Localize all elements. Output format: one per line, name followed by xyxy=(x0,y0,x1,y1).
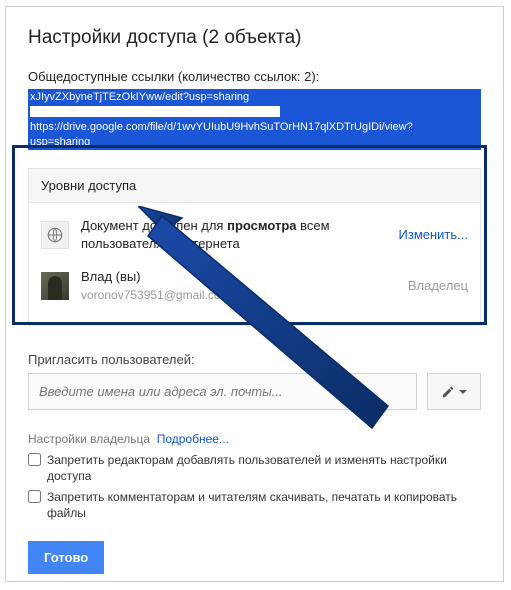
checkbox-prevent-editors[interactable] xyxy=(28,453,41,466)
done-button[interactable]: Готово xyxy=(28,541,104,574)
chevron-down-icon xyxy=(459,390,467,394)
link-line-3: usp=sharing xyxy=(30,136,90,148)
access-public-text: Документ доступен для просмотра всем пол… xyxy=(81,217,389,252)
access-row-public: Документ доступен для просмотра всем пол… xyxy=(29,209,480,260)
checkbox-prevent-download-label: Запретить комментаторам и читателям скач… xyxy=(47,489,481,521)
link-line-1: xJIyvZXbyneTjTEzOkIYww/edit?usp=sharing xyxy=(30,91,249,103)
access-levels-block: Уровни доступа Документ доступен для про… xyxy=(28,168,481,326)
share-dialog: Настройки доступа (2 объекта) Общедоступ… xyxy=(5,6,504,582)
checkbox-prevent-editors-label: Запретить редакторам добавлять пользоват… xyxy=(47,452,481,484)
access-row-owner: Влад (вы) voronov753951@gmail.com Владел… xyxy=(29,260,480,311)
dialog-title: Настройки доступа (2 объекта) xyxy=(28,27,481,49)
owner-role: Владелец xyxy=(398,278,468,293)
access-levels-header: Уровни доступа xyxy=(29,169,480,203)
pencil-icon xyxy=(441,385,455,399)
link-line-2: https://drive.google.com/file/d/1wvYUIub… xyxy=(30,121,413,133)
checkbox-prevent-download[interactable] xyxy=(28,490,41,503)
globe-icon xyxy=(41,221,69,249)
owner-settings-block: Настройки владельца Подробнее... Запрети… xyxy=(28,432,481,521)
invite-input[interactable] xyxy=(28,373,417,410)
invite-block: Пригласить пользователей: xyxy=(28,352,481,410)
permissions-dropdown-button[interactable] xyxy=(427,373,481,410)
owner-text: Влад (вы) voronov753951@gmail.com xyxy=(81,268,398,303)
public-links-label: Общедоступные ссылки (количество ссылок:… xyxy=(28,69,481,84)
avatar xyxy=(41,272,69,300)
change-access-link[interactable]: Изменить... xyxy=(389,227,468,242)
owner-settings-label: Настройки владельца xyxy=(28,432,150,446)
owner-email: voronov753951@gmail.com xyxy=(81,287,398,303)
public-links-box[interactable]: xJIyvZXbyneTjTEzOkIYww/edit?usp=sharing … xyxy=(28,89,481,150)
invite-label: Пригласить пользователей: xyxy=(28,352,481,367)
owner-settings-more-link[interactable]: Подробнее... xyxy=(157,432,229,446)
owner-name: Влад (вы) xyxy=(81,268,398,286)
